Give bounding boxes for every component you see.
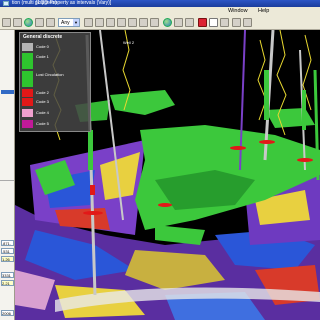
well-segment — [302, 90, 306, 130]
value-field[interactable]: 3331 — [1, 272, 14, 278]
value-field[interactable]: .871. — [1, 240, 14, 246]
legend-label: Code 5 — [36, 121, 49, 126]
application-window: tion (multi polygons) [1:3D-Property as … — [0, 0, 320, 320]
tree-item[interactable] — [1, 37, 14, 41]
legend-label: Lost Circulation — [36, 72, 64, 77]
window-tile-icon[interactable] — [232, 18, 241, 27]
legend-title: General discrete — [23, 34, 63, 40]
panel-divider — [0, 180, 14, 181]
chevron-down-icon[interactable]: ▼ — [73, 19, 79, 26]
legend-swatch — [22, 109, 33, 117]
legend-item: Code 4 — [22, 109, 92, 117]
zoom-out-icon[interactable] — [106, 18, 115, 27]
geobody-blob — [155, 225, 205, 245]
layers-icon[interactable] — [46, 18, 55, 27]
settings-icon[interactable] — [220, 18, 229, 27]
legend-swatch — [22, 120, 33, 128]
stop-icon[interactable] — [198, 18, 207, 27]
legend-label: Code 2 — [36, 90, 49, 95]
well-marker — [83, 211, 103, 215]
legend-swatch — [22, 98, 33, 106]
tree-item[interactable] — [1, 32, 14, 36]
menu-bar: Window Help — [0, 7, 320, 16]
orientation-globe-icon[interactable] — [163, 18, 172, 27]
toolbar: Any ▼ — [0, 16, 320, 30]
legend-item: Lost Circulation — [22, 71, 92, 87]
well-segment — [88, 130, 93, 170]
geobody-blob — [110, 90, 175, 115]
lighting-icon[interactable] — [150, 18, 159, 27]
value-field[interactable]: 2.21 — [1, 280, 14, 286]
geobody-blob — [265, 108, 315, 128]
title-bar: tion (multi polygons) [1:3D-Property as … — [0, 0, 320, 7]
camera-icon[interactable] — [174, 18, 183, 27]
legend-label: Code 0 — [36, 44, 49, 49]
legend-swatch — [22, 53, 33, 69]
app-icon — [3, 1, 9, 6]
tree-item[interactable] — [1, 42, 14, 46]
view-combo[interactable]: Any ▼ — [58, 18, 80, 27]
tree-item[interactable] — [1, 102, 14, 106]
select-tool-icon[interactable] — [2, 18, 11, 27]
menu-window[interactable]: Window — [228, 7, 248, 16]
left-panel: .871. .531 1.26 3331 2.21 2006 — [0, 30, 15, 320]
tree-item[interactable] — [1, 96, 14, 100]
well-marker — [158, 203, 172, 207]
globe-icon[interactable] — [24, 18, 33, 27]
tree-item[interactable] — [1, 108, 14, 112]
value-field[interactable]: 2006 — [1, 310, 14, 316]
menu-help[interactable]: Help — [258, 7, 269, 16]
fit-view-icon[interactable] — [117, 18, 126, 27]
legend-label: Code 1 — [36, 54, 49, 59]
legend-item: Code 1 — [22, 53, 92, 69]
legend-swatch — [22, 43, 33, 51]
legend-item: Code 0 — [22, 43, 92, 51]
legend-swatch — [22, 71, 33, 87]
view-side-icon[interactable] — [139, 18, 148, 27]
legend-label: Code 4 — [36, 110, 49, 115]
rotate-icon[interactable] — [84, 18, 93, 27]
view-top-icon[interactable] — [128, 18, 137, 27]
legend-item: Code 2 — [22, 89, 92, 97]
grid-icon[interactable] — [35, 18, 44, 27]
well-marker — [259, 140, 275, 144]
value-field[interactable]: .531 — [1, 248, 14, 254]
measure-icon[interactable] — [185, 18, 194, 27]
legend-swatch — [22, 89, 33, 97]
value-field[interactable]: 1.26 — [1, 256, 14, 262]
legend-label: Code 3 — [36, 99, 49, 104]
pan-tool-icon[interactable] — [13, 18, 22, 27]
well-segment — [264, 70, 269, 120]
document-icon[interactable] — [209, 18, 218, 27]
well-label: Well 2 — [123, 40, 135, 45]
zoom-in-icon[interactable] — [95, 18, 104, 27]
well-marker — [230, 146, 246, 150]
well-segment — [90, 185, 95, 195]
window-cascade-icon[interactable] — [243, 18, 252, 27]
legend-panel[interactable]: General discrete Code 0 Code 1 Lost Circ… — [19, 32, 91, 132]
legend-item: Code 3 — [22, 98, 92, 106]
window-title-detail: [1:3D-Property as intervals (Vary)] — [36, 0, 112, 6]
view-combo-value: Any — [61, 20, 70, 26]
well-marker — [297, 158, 313, 162]
tree-item-selected[interactable] — [1, 90, 14, 94]
legend-item: Code 5 — [22, 120, 92, 128]
